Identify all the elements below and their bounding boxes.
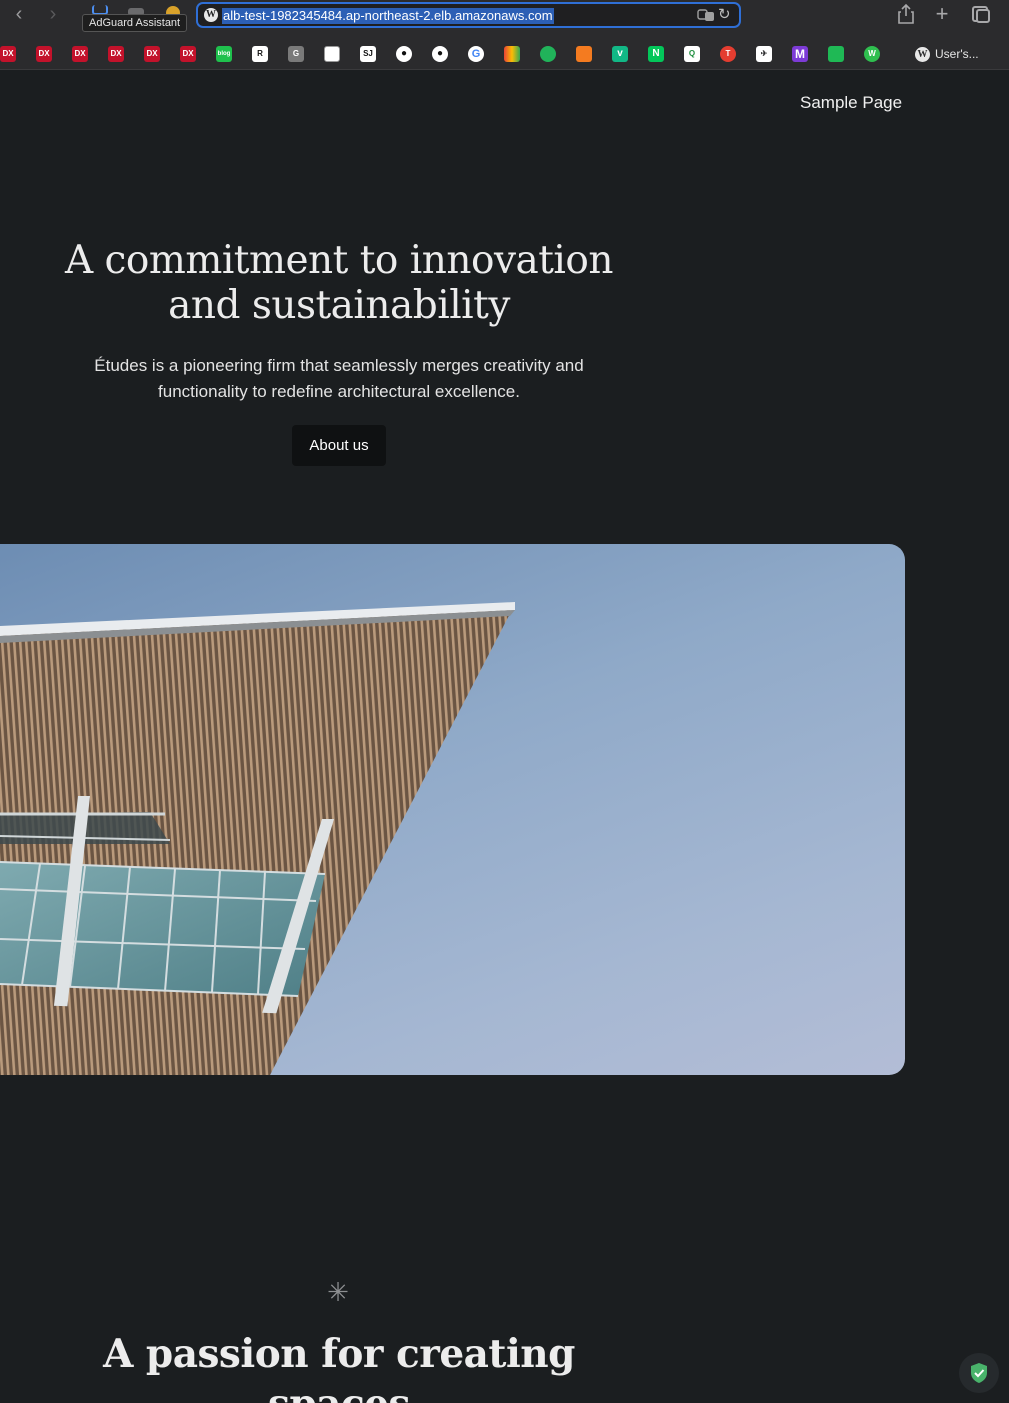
translate-icon[interactable]	[697, 8, 715, 22]
nav-sample-page-link[interactable]: Sample Page	[800, 93, 902, 113]
section-title: A passion for creating spaces	[103, 1331, 575, 1403]
bookmark-icon[interactable]: W	[864, 46, 880, 62]
page-content: Sample Page A commitment to innovation a…	[0, 70, 1009, 1403]
hero-description-line2: functionality to redefine architectural …	[158, 382, 520, 401]
bookmark-icon[interactable]: DX	[144, 46, 160, 62]
bookmark-icon[interactable]: DX	[180, 46, 196, 62]
shield-check-icon	[971, 1363, 987, 1383]
bookmark-icon[interactable]	[576, 46, 592, 62]
bookmark-icon[interactable]	[324, 46, 340, 62]
bookmark-icon[interactable]: T	[720, 46, 736, 62]
bookmark-icon[interactable]	[828, 46, 844, 62]
browser-toolbar: ‹ › AdGuard Assistant W alb-test-1982345…	[0, 0, 1009, 38]
favorites-bar: DX DX DX DX DX DX blog R G SJ ● ● G v N …	[0, 38, 1009, 70]
bookmark-icon[interactable]: DX	[0, 46, 16, 62]
hero-description-line1: Études is a pioneering firm that seamles…	[94, 356, 584, 375]
bookmark-icon[interactable]: ✈	[756, 46, 772, 62]
adguard-shield-button[interactable]	[959, 1353, 999, 1393]
asterisk-icon: ✳	[327, 1277, 349, 1307]
naver-icon[interactable]: N	[648, 46, 664, 62]
hero-title-line2: and sustainability	[168, 283, 510, 328]
forward-button[interactable]: ›	[42, 4, 64, 26]
url-text[interactable]: alb-test-1982345484.ap-northeast-2.elb.a…	[222, 8, 554, 24]
new-tab-icon[interactable]: +	[931, 3, 953, 25]
bookmark-icon[interactable]: M	[792, 46, 808, 62]
extension-tooltip: AdGuard Assistant	[82, 14, 188, 32]
bookmark-icon[interactable]: v	[612, 46, 628, 62]
building-image	[0, 544, 905, 1075]
back-button[interactable]: ‹	[8, 4, 30, 26]
bookmark-icon[interactable]: Q	[684, 46, 700, 62]
bookmark-icon[interactable]	[540, 46, 556, 62]
bookmark-icon[interactable]: R	[252, 46, 268, 62]
tab-overview-icon-front	[976, 9, 990, 23]
bookmark-users-site[interactable]: W User's...	[915, 45, 979, 63]
github-icon[interactable]: ●	[396, 46, 412, 62]
bookmark-label: User's...	[935, 47, 979, 61]
github-icon[interactable]: ●	[432, 46, 448, 62]
bookmark-icon[interactable]: SJ	[360, 46, 376, 62]
hero-title: A commitment to innovation and sustainab…	[40, 238, 638, 328]
bookmark-icon[interactable]: DX	[72, 46, 88, 62]
wordpress-site-icon: W	[204, 8, 218, 22]
address-bar[interactable]: W alb-test-1982345484.ap-northeast-2.elb…	[196, 2, 741, 28]
bookmark-icon[interactable]: DX	[36, 46, 52, 62]
bookmark-icon[interactable]	[504, 46, 520, 62]
about-us-button[interactable]: About us	[292, 425, 386, 466]
hero-description: Études is a pioneering firm that seamles…	[40, 353, 638, 405]
wordpress-icon: W	[915, 46, 930, 62]
google-icon[interactable]: G	[468, 46, 484, 62]
bookmark-icon[interactable]: G	[288, 46, 304, 62]
bookmark-icon[interactable]: DX	[108, 46, 124, 62]
hero-title-line1: A commitment to innovation	[64, 238, 614, 283]
bookmark-icon[interactable]: blog	[216, 46, 232, 62]
reload-icon[interactable]: ↻	[718, 6, 734, 24]
share-icon[interactable]	[895, 3, 917, 25]
